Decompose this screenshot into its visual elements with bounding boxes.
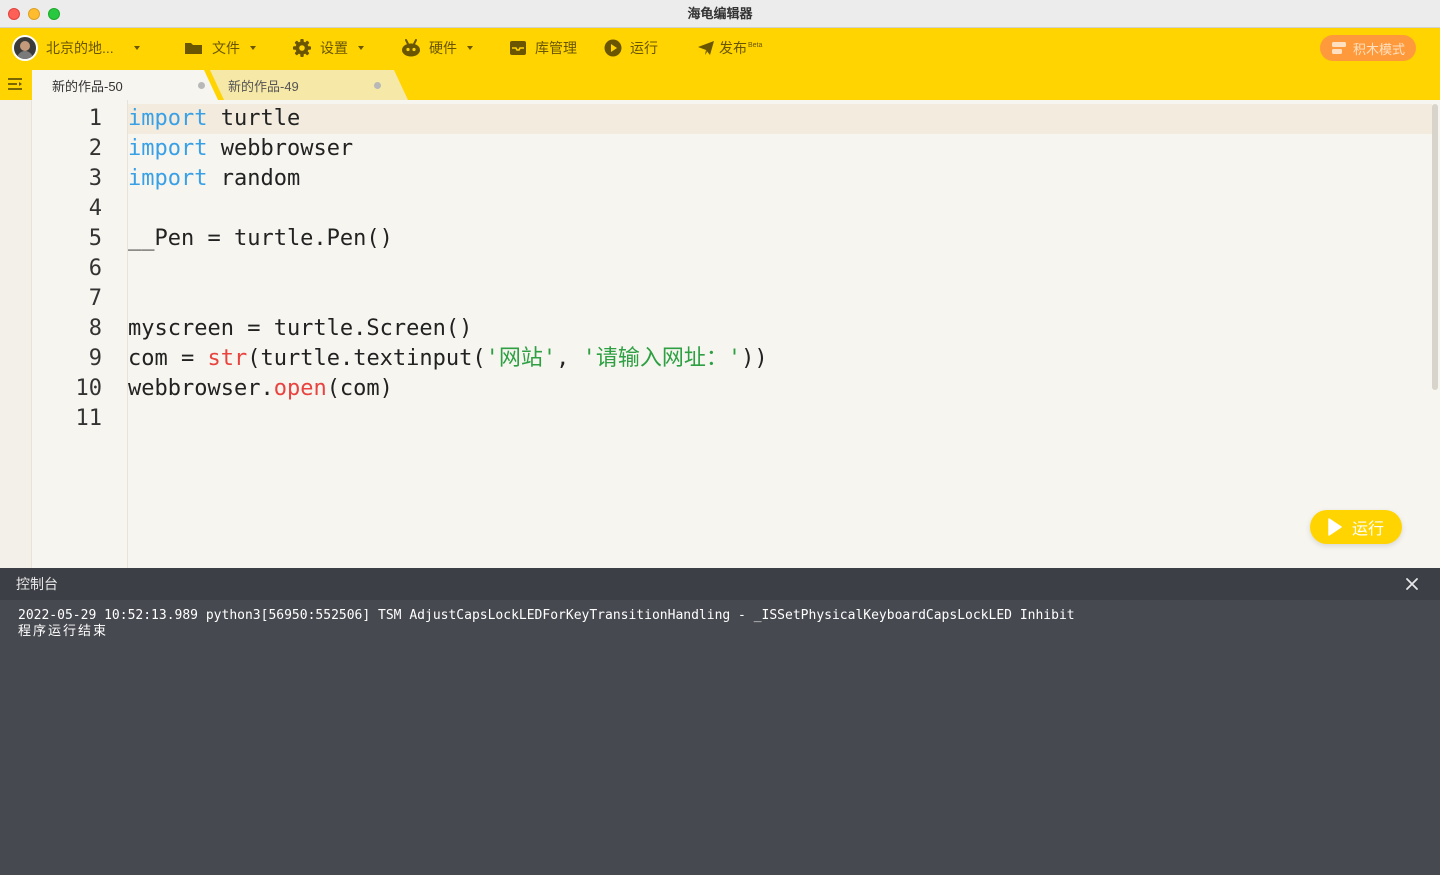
code-line[interactable]: import random — [128, 164, 768, 194]
publish-label: 发布 — [719, 40, 747, 56]
run-button[interactable]: 运行 — [1310, 510, 1402, 544]
beta-badge: Beta — [748, 41, 763, 49]
file-menu[interactable]: 文件 — [184, 28, 256, 68]
code-line[interactable] — [128, 194, 768, 224]
line-number: 9 — [88, 346, 102, 371]
code-token: (com) — [326, 376, 393, 401]
code-token: __Pen = turtle.Pen() — [128, 226, 393, 251]
code-token: webbrowser — [207, 136, 354, 161]
line-number: 10 — [75, 376, 103, 401]
builtin-token: str — [207, 346, 248, 371]
play-circle-icon — [604, 39, 622, 57]
block-mode-label: 积木模式 — [1352, 41, 1405, 57]
run-menu-label: 运行 — [630, 40, 658, 56]
chevron-down-icon — [467, 46, 473, 50]
tab-project-49[interactable]: 新的作品-49 — [210, 70, 408, 100]
console-line: 程序运行结束 — [18, 624, 109, 639]
code-token: turtle — [207, 106, 301, 131]
user-menu[interactable]: 北京的地... — [12, 28, 140, 68]
code-token: random — [207, 166, 301, 191]
library-label: 库管理 — [535, 40, 577, 56]
code-lines[interactable]: import turtle import webbrowser import r… — [128, 104, 768, 434]
line-number: 3 — [88, 166, 102, 191]
line-number-gutter: 1 2 3 4 5 6 7 8 9 10 11 — [32, 100, 128, 568]
blocks-icon — [1331, 41, 1347, 55]
paper-plane-icon — [697, 40, 715, 56]
chevron-down-icon — [250, 46, 256, 50]
hardware-menu-label: 硬件 — [429, 40, 457, 56]
tab-label: 新的作品-50 — [52, 78, 123, 94]
string-token: '网站' — [485, 346, 557, 371]
editor-scrollbar[interactable] — [1432, 104, 1438, 390]
code-line[interactable]: import webbrowser — [128, 134, 768, 164]
folder-icon — [184, 40, 204, 56]
keyword-token: import — [128, 136, 208, 161]
run-button-label: 运行 — [1351, 521, 1384, 538]
code-token: (turtle.textinput( — [247, 346, 486, 371]
editor-side-gutter — [0, 100, 32, 568]
hardware-menu[interactable]: 硬件 — [401, 28, 473, 68]
settings-menu-label: 设置 — [320, 40, 348, 56]
code-line[interactable]: __Pen = turtle.Pen() — [128, 224, 768, 254]
code-line[interactable]: com = str(turtle.textinput('网站', '请输入网址：… — [128, 344, 768, 374]
code-line[interactable] — [128, 404, 768, 434]
code-line[interactable] — [128, 284, 768, 314]
sidebar-toggle-icon[interactable] — [7, 77, 23, 96]
user-name: 北京的地... — [46, 40, 114, 56]
unsaved-dot-icon[interactable] — [198, 82, 205, 89]
code-token: webbrowser. — [128, 376, 274, 401]
code-token: , — [556, 346, 583, 371]
line-number: 8 — [88, 316, 102, 341]
code-token: com = — [128, 346, 208, 371]
line-number: 4 — [88, 196, 102, 221]
file-menu-label: 文件 — [212, 40, 240, 56]
inbox-icon — [509, 40, 527, 56]
line-number: 1 — [88, 106, 102, 131]
close-icon[interactable] — [1404, 576, 1420, 592]
line-number: 7 — [88, 286, 102, 311]
gear-icon — [292, 38, 312, 58]
avatar — [12, 35, 38, 61]
console-output[interactable]: 2022-05-29 10:52:13.989 python3[56950:55… — [0, 600, 1440, 875]
code-line[interactable]: import turtle — [128, 104, 768, 134]
line-number: 6 — [88, 256, 102, 281]
main-toolbar: 北京的地... 文件 设置 硬件 库管理 运行 发布 Beta 积木模式 — [0, 28, 1440, 68]
library-button[interactable]: 库管理 — [509, 28, 577, 68]
title-bar: 海龟编辑器 — [0, 0, 1440, 28]
line-number: 5 — [88, 226, 102, 251]
robot-icon — [401, 39, 421, 57]
run-menu-button[interactable]: 运行 — [604, 28, 658, 68]
keyword-token: import — [128, 166, 208, 191]
window-title: 海龟编辑器 — [687, 6, 753, 21]
code-line[interactable]: myscreen = turtle.Screen() — [128, 314, 768, 344]
unsaved-dot-icon[interactable] — [374, 82, 381, 89]
console-title: 控制台 — [16, 576, 58, 592]
tab-label: 新的作品-49 — [228, 78, 299, 94]
settings-menu[interactable]: 设置 — [292, 28, 364, 68]
string-token: '请输入网址：' — [582, 346, 742, 371]
tab-bar: 新的作品-49 新的作品-50 — [0, 68, 1440, 100]
line-number: 11 — [75, 406, 103, 431]
keyword-token: import — [128, 106, 208, 131]
play-icon — [1328, 518, 1342, 536]
code-token: myscreen = turtle.Screen() — [128, 316, 473, 341]
console-line: 2022-05-29 10:52:13.989 python3[56950:55… — [18, 608, 1075, 623]
chevron-down-icon — [358, 46, 364, 50]
publish-button[interactable]: 发布 Beta — [697, 28, 762, 68]
tab-project-50[interactable]: 新的作品-50 — [32, 70, 218, 100]
chevron-down-icon — [133, 46, 140, 50]
code-line[interactable] — [128, 254, 768, 284]
code-editor[interactable]: 1 2 3 4 5 6 7 8 9 10 11 import turtle im… — [0, 100, 1440, 568]
code-line[interactable]: webbrowser.open(com) — [128, 374, 768, 404]
console-header: 控制台 — [0, 568, 1440, 600]
builtin-token: open — [273, 376, 327, 401]
block-mode-button[interactable]: 积木模式 — [1320, 35, 1416, 61]
code-token: )) — [741, 346, 768, 371]
line-number: 2 — [88, 136, 102, 161]
